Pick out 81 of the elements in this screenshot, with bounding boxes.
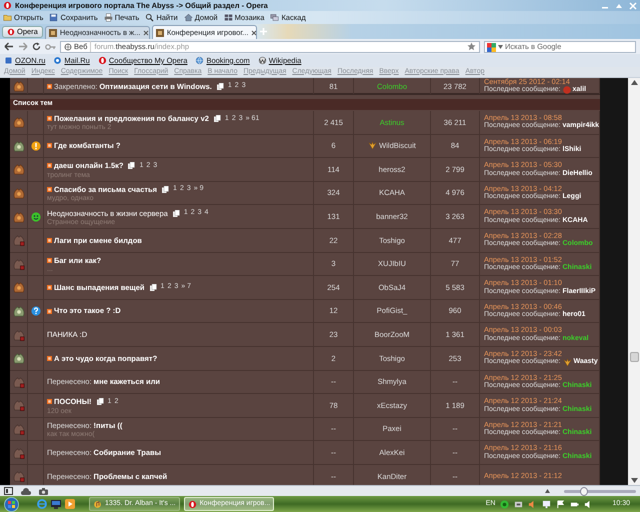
globe-icon	[64, 42, 72, 50]
emblem-icon	[12, 210, 26, 224]
globe-icon	[258, 56, 267, 65]
scroll-up-icon[interactable]	[630, 80, 638, 85]
pages-icon	[214, 115, 221, 122]
question-icon	[30, 306, 40, 316]
globe-icon	[195, 56, 204, 65]
warning-icon	[30, 140, 40, 151]
flag-icon[interactable]	[556, 500, 566, 508]
wings-icon	[368, 141, 378, 150]
emblem-icon	[12, 304, 26, 318]
lock-emblem-icon	[12, 374, 26, 389]
site-icon	[48, 29, 57, 37]
new-post-icon[interactable]	[47, 356, 52, 361]
new-post-icon[interactable]	[47, 84, 52, 89]
start-button-icon[interactable]	[4, 496, 19, 512]
close-icon[interactable]	[143, 30, 149, 36]
pages-icon	[96, 398, 104, 406]
lock-emblem-icon	[12, 328, 26, 342]
camera-icon[interactable]	[39, 488, 48, 494]
lock-emblem-icon	[12, 469, 26, 484]
lock-emblem-icon	[12, 256, 26, 271]
new-post-icon[interactable]	[47, 284, 52, 290]
cloud-icon[interactable]	[21, 488, 31, 494]
close-icon[interactable]	[251, 30, 256, 36]
new-post-icon[interactable]	[47, 187, 52, 192]
opera-logo-icon	[3, 1, 12, 10]
lock-emblem-icon	[12, 233, 26, 248]
new-post-icon[interactable]	[47, 163, 52, 168]
lock-emblem-icon	[12, 398, 26, 412]
windows-icon	[270, 13, 280, 22]
new-post-icon[interactable]	[47, 258, 52, 263]
pages-icon	[162, 186, 170, 194]
pages-icon	[172, 210, 180, 217]
avatar-icon	[562, 86, 570, 94]
star-icon[interactable]	[467, 42, 476, 51]
caret-icon	[498, 45, 503, 49]
printer-icon	[104, 13, 113, 22]
emblem-icon	[12, 115, 26, 130]
caret-icon[interactable]	[545, 489, 550, 493]
pages-icon	[128, 162, 136, 170]
folder-icon	[3, 13, 12, 22]
new-post-icon[interactable]	[47, 238, 52, 243]
lock-emblem-icon	[12, 422, 26, 436]
new-post-icon[interactable]	[47, 143, 52, 148]
pages-icon	[150, 284, 157, 291]
opera-logo-icon	[98, 56, 107, 65]
new-post-icon[interactable]	[47, 308, 52, 314]
scroll-down-icon[interactable]	[630, 478, 638, 483]
music-icon	[93, 500, 102, 508]
pages-icon	[216, 82, 224, 90]
search-icon	[145, 13, 154, 22]
new-post-icon[interactable]	[47, 116, 52, 122]
reload-icon[interactable]	[32, 42, 41, 51]
emblem-icon	[12, 79, 26, 94]
desktop-icon[interactable]	[51, 500, 61, 508]
opera-logo-icon	[188, 500, 197, 508]
back-icon[interactable]	[4, 42, 14, 51]
house-icon	[184, 13, 193, 22]
opera-logo-icon	[7, 28, 15, 36]
smiley-icon	[30, 212, 40, 222]
panel-icon[interactable]	[4, 487, 13, 495]
monitor-icon[interactable]	[542, 500, 552, 508]
device-icon[interactable]	[514, 500, 524, 508]
scrollbar-thumb[interactable]	[630, 352, 638, 362]
new-post-icon[interactable]	[47, 399, 52, 404]
battery-icon[interactable]	[570, 500, 580, 508]
google-icon	[487, 42, 496, 52]
emblem-icon	[12, 351, 26, 366]
grid-icon	[224, 13, 233, 22]
square-icon	[4, 56, 13, 65]
lock-emblem-icon	[12, 446, 26, 460]
wings-icon	[562, 358, 572, 367]
emblem-icon	[12, 280, 26, 294]
emblem-icon	[12, 138, 26, 153]
site-icon	[156, 28, 164, 36]
network-icon[interactable]	[500, 500, 510, 508]
circle-icon	[53, 56, 62, 65]
media-player-icon[interactable]	[65, 499, 75, 509]
emblem-icon	[12, 162, 26, 176]
emblem-icon	[12, 186, 26, 200]
